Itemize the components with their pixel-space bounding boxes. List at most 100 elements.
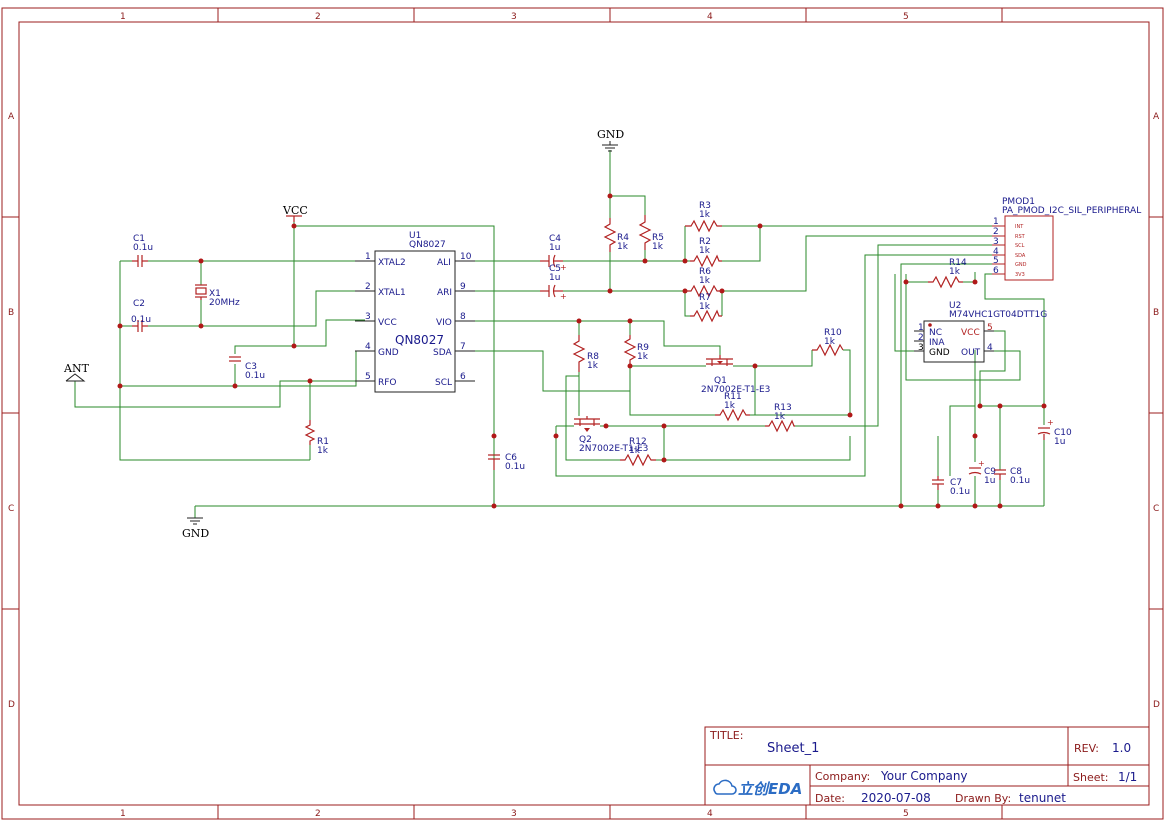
resistor-r9: R9 1k: [623, 335, 649, 366]
u1-body-name: QN8027: [395, 333, 444, 347]
u2-pin-name: VCC: [961, 328, 980, 338]
sheet-label: Sheet:: [1073, 771, 1109, 784]
r3-value: 1k: [699, 210, 711, 220]
u1-pin-num: 10: [460, 252, 472, 262]
u1-pin-num: 5: [365, 372, 371, 382]
resistor-r7: R7 1k: [690, 293, 722, 323]
vcc-label: VCC: [282, 204, 308, 217]
pmod-pin-num: 5: [993, 256, 999, 266]
u2-pin-name: NC: [929, 328, 942, 338]
cloud-logo-icon: [713, 779, 737, 795]
vcc-symbol: VCC: [282, 204, 308, 222]
pmod-pin-name: SCL: [1015, 243, 1025, 249]
u1-pin-num: 8: [460, 312, 466, 322]
r8-value: 1k: [587, 361, 599, 371]
company-label: Company:: [815, 770, 870, 783]
drawn-by-value: tenunet: [1019, 791, 1066, 805]
c8-value: 0.1u: [1010, 476, 1030, 486]
c4-value: 1u: [549, 243, 560, 253]
resistor-r10: R10 1k: [812, 328, 844, 357]
gnd-top-symbol: GND: [597, 128, 624, 152]
r10-value: 1k: [824, 337, 836, 347]
resistor-r1: R1 1k: [304, 420, 329, 456]
pmod-pin-name: SDA: [1015, 253, 1026, 259]
c1-value: 0.1u: [133, 243, 153, 253]
u1-pin-num: 3: [365, 312, 371, 322]
resistor-r13: R13 1k: [765, 403, 795, 433]
zone-col-1-bottom: 1: [120, 809, 126, 819]
u1-pin-num: 1: [365, 252, 371, 262]
u1-pin-name: XTAL1: [378, 288, 406, 298]
zone-col-3-top: 3: [511, 12, 517, 22]
pmod-pin-name: GND: [1015, 262, 1027, 268]
u2-inverter: U2 M74VHC1GT04DTT1G 1 NC 2 INA 3 GND 5 V…: [914, 301, 1047, 363]
zone-col-4-top: 4: [707, 12, 713, 22]
u1-pin-name: SCL: [435, 378, 452, 388]
u1-pin-num: 7: [460, 342, 466, 352]
zone-col-5-bottom: 5: [903, 809, 909, 819]
u1-pin-num: 6: [460, 372, 466, 382]
rev-label: REV:: [1074, 742, 1099, 755]
u1-pin-name: XTAL2: [378, 258, 406, 268]
inner-frame: [18, 21, 1150, 806]
pmod-connector: PMOD1 PA_PMOD_I2C_SIL_PERIPHERAL 1 INT 2…: [992, 197, 1141, 281]
wires: [74, 150, 1045, 518]
resistor-r6: R6 1k: [685, 267, 722, 298]
crystal-x1: X1 20MHz: [195, 284, 240, 308]
capacitor-c3: C3 0.1u: [229, 356, 265, 381]
x1-value: 20MHz: [209, 298, 240, 308]
zone-col-4-bottom: 4: [707, 809, 713, 819]
u2-pin-name: INA: [929, 338, 945, 348]
antenna-symbol: ANT: [63, 362, 90, 382]
capacitor-c2: C2 0.1u: [131, 299, 151, 332]
zone-row-c-left: C: [8, 504, 14, 514]
c10-plus: +: [1047, 418, 1054, 427]
r4-value: 1k: [617, 242, 629, 252]
mosfet-q1: Q1 2N7002E-T1-E3: [701, 355, 770, 395]
pmod-pin-num: 2: [993, 227, 999, 237]
zone-row-d-left: D: [8, 700, 15, 710]
r1-value: 1k: [317, 446, 329, 456]
zone-row-c-right: C: [1153, 504, 1159, 514]
pmod-pin-name: RST: [1015, 234, 1026, 240]
u1-part: QN8027: [409, 240, 446, 250]
u1-qn8027: U1 QN8027 QN8027 1 XTAL2 2 XTAL1 3 VCC 4…: [355, 231, 475, 393]
zone-row-d-right: D: [1153, 700, 1160, 710]
u1-pin-name: ALI: [437, 258, 451, 268]
title-value: Sheet_1: [767, 741, 819, 756]
u1-pin-num: 2: [365, 282, 371, 292]
resistor-r2: R2 1k: [690, 237, 722, 268]
r14-value: 1k: [949, 267, 961, 277]
zone-col-1-top: 1: [120, 12, 126, 22]
pmod-pin-name: INT: [1015, 224, 1024, 230]
pmod-part: PA_PMOD_I2C_SIL_PERIPHERAL: [1002, 206, 1141, 216]
drawn-by-label: Drawn By:: [955, 792, 1011, 805]
outer-frame: [1, 7, 1164, 820]
zone-dividers: [2, 8, 1163, 819]
sheet-value: 1/1: [1118, 770, 1137, 784]
resistor-r14: R14 1k: [928, 258, 967, 289]
pmod-pin-num: 6: [993, 266, 999, 276]
u2-part: M74VHC1GT04DTT1G: [949, 310, 1047, 320]
u2-pin-num: 2: [918, 333, 924, 343]
c6-value: 0.1u: [505, 462, 525, 472]
pmod-pin-num: 3: [993, 237, 999, 247]
u1-pin-name: RFO: [378, 378, 397, 388]
date-value: 2020-07-08: [861, 791, 931, 805]
zone-row-a-left: A: [8, 112, 15, 122]
u1-pin-name: VIO: [436, 318, 452, 328]
u1-pin-name: SDA: [433, 348, 452, 358]
zone-row-a-right: A: [1153, 112, 1160, 122]
r5-value: 1k: [652, 242, 664, 252]
zone-col-5-top: 5: [903, 12, 909, 22]
r13-value: 1k: [774, 412, 786, 422]
company-value: Your Company: [880, 769, 968, 783]
r6-value: 1k: [699, 276, 711, 286]
gnd-top-label: GND: [597, 128, 624, 141]
q1-value: 2N7002E-T1-E3: [701, 385, 770, 395]
gnd-bottom-symbol: GND: [182, 517, 209, 540]
date-label: Date:: [815, 792, 845, 805]
gnd-bottom-label: GND: [182, 527, 209, 540]
pmod-pin-name: 3V3: [1015, 272, 1025, 278]
zone-row-b-right: B: [1153, 308, 1159, 318]
